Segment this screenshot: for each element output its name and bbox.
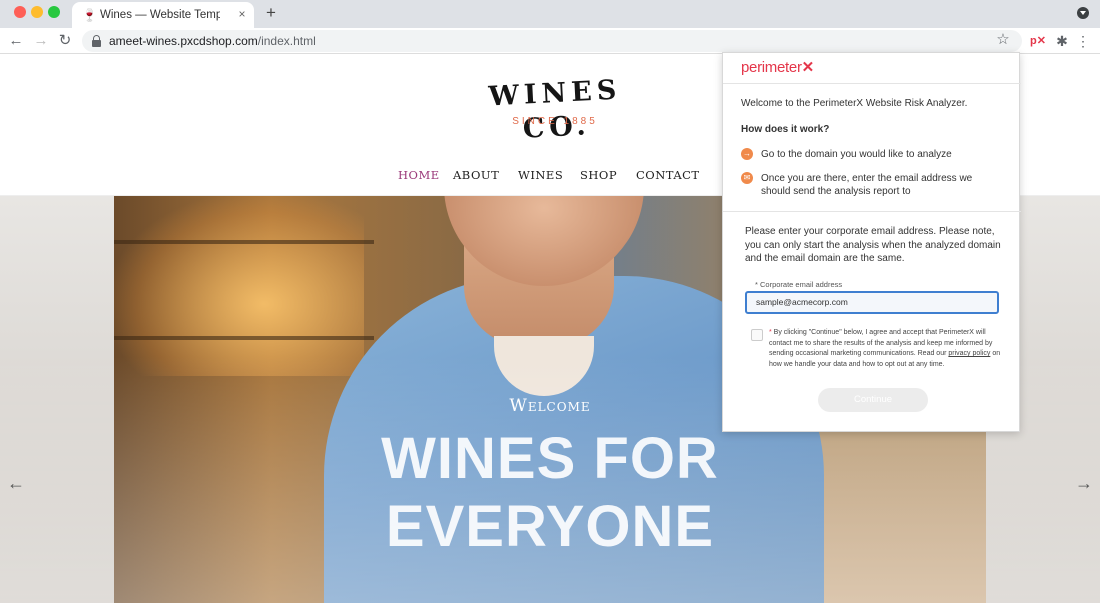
wine-glass-icon: 🍷 — [82, 8, 97, 22]
perimeterx-logo-text: perimeter — [741, 59, 802, 76]
address-bar[interactable]: ameet-wines.pxcdshop.com/index.html ☆ — [82, 30, 1022, 52]
hero-headline-line1: WINES FOR — [381, 426, 719, 491]
popup-note: Please enter your corporate email addres… — [745, 226, 1001, 264]
arrow-right-icon: → — [741, 148, 753, 160]
consent-text: * By clicking "Continue" below, I agree … — [769, 328, 1001, 372]
menu-item-about[interactable]: ABOUT — [453, 167, 499, 183]
email-field-label: * Corporate email address — [755, 280, 843, 289]
envelope-icon: ✉ — [741, 172, 753, 184]
url-host: ameet-wines.pxcdshop.com — [109, 34, 258, 48]
new-tab-button[interactable]: + — [262, 4, 280, 22]
browser-tab[interactable]: 🍷 Wines — Website Template by × — [72, 2, 254, 28]
menu-item-wines[interactable]: WINES — [518, 167, 563, 183]
perimeterx-popup: perimeter✕ Welcome to the PerimeterX Web… — [722, 52, 1021, 432]
popup-how-title: How does it work? — [741, 124, 830, 135]
privacy-policy-link[interactable]: privacy policy — [948, 350, 990, 357]
close-tab-icon[interactable]: × — [234, 6, 250, 22]
star-icon[interactable]: ☆ — [994, 31, 1012, 49]
hero-image-shelf — [114, 240, 374, 244]
logo-name: WINES CO. — [487, 74, 623, 145]
slider-next-arrow-icon[interactable]: → — [1074, 473, 1094, 493]
tab-title: Wines — Website Template by — [100, 9, 220, 21]
window-maximize-button[interactable] — [48, 6, 60, 18]
window-minimize-button[interactable] — [31, 6, 43, 18]
perimeterx-logo: perimeter✕ — [741, 59, 814, 77]
arrow-left-icon[interactable]: ← — [7, 32, 25, 50]
perimeterx-logo-mark: ✕ — [801, 59, 815, 76]
hero-image-shelf — [114, 336, 374, 340]
popup-divider — [723, 211, 1021, 212]
browser-toolbar: ← → ↻ ameet-wines.pxcdshop.com/index.htm… — [0, 28, 1100, 54]
hero-headline-line2: EVERYONE — [385, 494, 715, 559]
lock-icon[interactable] — [92, 35, 101, 47]
reload-icon[interactable]: ↻ — [56, 32, 74, 50]
popup-step-2: Once you are there, enter the email addr… — [761, 173, 973, 197]
menu-item-home[interactable]: HOME — [398, 167, 440, 183]
menu-item-shop[interactable]: SHOP — [580, 167, 617, 183]
site-logo[interactable]: WINES CO. SINCE 1885 — [470, 75, 640, 145]
url-path: /index.html — [257, 34, 316, 48]
hero-welcome: Welcome — [509, 396, 591, 416]
tab-search-icon[interactable] — [1077, 7, 1089, 19]
browser-tab-strip: 🍷 Wines — Website Template by × + — [0, 0, 1100, 28]
continue-button[interactable]: Continue — [818, 388, 928, 412]
menu-item-contact[interactable]: CONTACT — [636, 167, 700, 183]
consent-checkbox[interactable] — [751, 329, 763, 341]
perimeterx-extension-icon[interactable]: p✕ — [1030, 33, 1048, 49]
popup-welcome: Welcome to the PerimeterX Website Risk A… — [741, 98, 968, 109]
puzzle-icon[interactable]: ✱ — [1053, 32, 1071, 50]
hero-image-light — [114, 196, 364, 376]
arrow-right-icon[interactable]: → — [32, 32, 50, 50]
email-field[interactable]: sample@acmecorp.com — [745, 291, 999, 314]
url-text[interactable]: ameet-wines.pxcdshop.com/index.html — [109, 33, 316, 49]
slider-prev-arrow-icon[interactable]: ← — [6, 473, 26, 493]
popup-step-1: Go to the domain you would like to analy… — [761, 149, 952, 160]
kebab-menu-icon[interactable]: ⋮ — [1076, 32, 1090, 50]
popup-divider — [723, 83, 1021, 84]
window-close-button[interactable] — [14, 6, 26, 18]
logo-since: SINCE 1885 — [512, 116, 598, 127]
